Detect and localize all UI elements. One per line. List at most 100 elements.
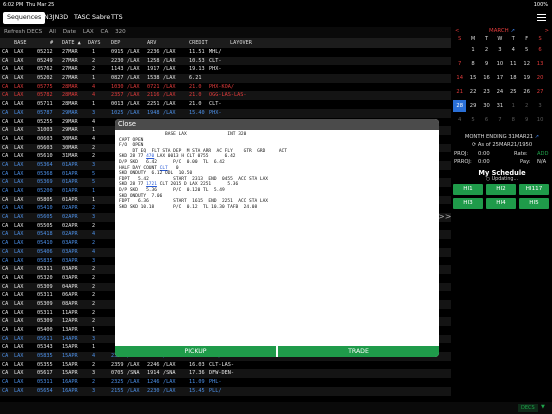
filter-all[interactable]: All (49, 29, 56, 35)
decs-button[interactable]: DECS (518, 404, 538, 412)
table-row[interactable]: CA LAX 05654 16APR 3 2155/LAX 2230/LAX 15.45 PLL… (0, 386, 451, 396)
rate-value[interactable]: ADD (537, 151, 549, 157)
table-cell: 05410 (37, 240, 53, 247)
calendar-day[interactable]: 8 (466, 58, 479, 70)
calendar-day[interactable]: 14 (453, 72, 466, 84)
prroj-label: PRROJ: (454, 159, 472, 165)
table-cell: 1538 (147, 75, 160, 82)
schedule-button-hi2[interactable]: HI2 (486, 184, 516, 195)
calendar-day[interactable]: 10 (493, 58, 506, 70)
calendar-day[interactable]: 21 (453, 86, 466, 98)
calendar-day[interactable]: 5 (520, 44, 533, 56)
calendar-day[interactable]: 31 (493, 100, 506, 112)
table-row[interactable]: CA LAX 05311 16APR 2 2325/LAX 1246/LAX 11.09 PHL… (0, 378, 451, 387)
table-cell: /LAX (127, 109, 140, 116)
table-row[interactable]: CA LAX 05762 27MAR 2 1143/LAX 1917/LAX 19.13 PHX… (0, 65, 451, 74)
calendar-day[interactable]: 3 (533, 100, 546, 112)
flight-link[interactable]: 1721 (146, 182, 157, 187)
calendar-day[interactable]: 4 (453, 114, 466, 126)
flight-link[interactable]: 470 (146, 154, 154, 159)
chevron-down-icon[interactable]: ▼ (541, 404, 545, 410)
calendar-day[interactable]: 28 (453, 100, 467, 112)
calendar-day[interactable]: 16 (480, 72, 493, 84)
calendar-day[interactable]: 9 (520, 114, 533, 126)
calendar-day[interactable]: 2 (480, 44, 493, 56)
calendar-day[interactable]: 2 (520, 100, 533, 112)
column-header[interactable]: BASE (14, 38, 27, 48)
menu-icon[interactable] (537, 14, 546, 21)
expand-chevron-icon[interactable]: >> (438, 212, 451, 221)
table-cell: CA (2, 144, 9, 151)
table-row[interactable]: CA LAX 05202 27MAR 1 0827/LAX 1538/LAX 6.21 (0, 74, 451, 83)
table-row[interactable]: CA LAX 05212 27MAR 1 0915/LAX 2236/LAX 11.51 MHL… (0, 48, 451, 57)
calendar-day[interactable]: 24 (493, 86, 506, 98)
tab-tts[interactable]: TTS (107, 12, 127, 24)
column-header[interactable]: LAYOVER (230, 38, 252, 48)
calendar-day[interactable]: 6 (533, 44, 546, 56)
table-row[interactable]: CA LAX 05355 15APR 2 2359/LAX 2246/LAX 16.03 CLT… (0, 361, 451, 370)
schedule-button-hi3[interactable]: HI3 (453, 198, 483, 209)
calendar-day[interactable]: 26 (520, 86, 533, 98)
table-cell: LAX (14, 188, 24, 194)
external-link-icon[interactable]: ↗ (510, 28, 515, 34)
calendar-day[interactable]: 4 (507, 44, 520, 56)
calendar-day[interactable]: 7 (493, 114, 506, 126)
table-row[interactable]: CA LAX 05617 15APR 3 0705/SNA 1914/SNA 17.36 DFW… (0, 369, 451, 379)
column-header[interactable]: ARV (147, 38, 156, 48)
column-header[interactable]: DATE ▲ (62, 38, 81, 48)
refresh-button[interactable]: Refresh DECS (4, 29, 42, 35)
schedule-button-hi1[interactable]: HI1 (453, 184, 483, 195)
external-link-icon[interactable]: ↗ (535, 134, 539, 140)
calendar-day[interactable]: 20 (533, 72, 546, 84)
calendar-day[interactable]: 25 (507, 86, 520, 98)
table-cell: 05410 (37, 205, 53, 212)
calendar-day[interactable]: 9 (480, 58, 493, 70)
calendar-day[interactable]: 17 (493, 72, 506, 84)
calendar-day[interactable]: 10 (533, 114, 546, 126)
calendar-day[interactable]: 15 (466, 72, 479, 84)
calendar-day[interactable]: 29 (466, 100, 479, 112)
tab-sequences[interactable]: Sequences (3, 12, 46, 24)
calendar-day[interactable]: 12 (520, 58, 533, 70)
calendar-day[interactable]: 19 (520, 72, 533, 84)
schedule-button-hi5[interactable]: HI5 (519, 198, 549, 209)
column-header[interactable]: # (50, 38, 53, 48)
column-header[interactable]: DAYS (88, 38, 101, 48)
calendar-day[interactable]: 6 (480, 114, 493, 126)
calendar-day[interactable]: 7 (453, 58, 466, 70)
table-row[interactable]: CA LAX 05775 28MAR 4 1030/LAX 0721/LAX 21.0 PHX-… (0, 83, 451, 92)
calendar-day[interactable]: 8 (507, 114, 520, 126)
filter-date[interactable]: Date (63, 29, 76, 35)
calendar-day[interactable]: 30 (480, 100, 493, 112)
calendar-day[interactable]: 13 (533, 58, 546, 70)
flight-link[interactable]: CLT (160, 166, 168, 171)
pickup-button[interactable]: PICKUP (115, 346, 276, 357)
table-row[interactable]: CA LAX 05711 28MAR 1 0013/LAX 2251/LAX 21.0 CLT- (0, 100, 451, 109)
tab-n3jn3d[interactable]: N3JN3D (40, 12, 72, 24)
filter-base[interactable]: LAX (83, 29, 94, 35)
table-cell: DFW-DEN- (209, 370, 234, 377)
calendar-day[interactable]: 23 (480, 86, 493, 98)
table-row[interactable]: CA LAX 05249 27MAR 2 2230/LAX 1258/LAX 10.53 CLT… (0, 56, 451, 66)
calendar-day[interactable]: 1 (466, 44, 479, 56)
filter-eq[interactable]: CA (101, 29, 109, 35)
calendar-day[interactable]: 3 (493, 44, 506, 56)
calendar-day[interactable]: 18 (507, 72, 520, 84)
next-month-button[interactable]: > (545, 27, 549, 35)
calendar-day[interactable]: 22 (466, 86, 479, 98)
calendar-day[interactable]: 27 (533, 86, 546, 98)
calendar-day[interactable]: 5 (466, 114, 479, 126)
column-header[interactable]: CREDIT (189, 38, 208, 48)
table-row[interactable]: CA LAX 05782 28MAR 4 2357/LAX 2116/LAX 21.0 OGG-… (0, 91, 451, 101)
schedule-button-hi4[interactable]: HI4 (486, 198, 516, 209)
calendar-day[interactable]: 11 (507, 58, 520, 70)
column-header[interactable]: DEP (111, 38, 120, 48)
close-button[interactable]: Close (118, 120, 136, 128)
filter-num[interactable]: 320 (115, 29, 126, 35)
table-row[interactable]: CA LAX 05787 29MAR 3 1025/LAX 1948/LAX 15.40 PHX… (0, 108, 451, 118)
trade-button[interactable]: TRADE (278, 346, 439, 357)
calendar-day[interactable]: 1 (507, 100, 520, 112)
schedule-button-hi117[interactable]: HI117 (519, 184, 549, 195)
table-cell: CLT-LAS- (209, 361, 234, 368)
month-title[interactable]: MARCH ↗ (452, 27, 552, 35)
